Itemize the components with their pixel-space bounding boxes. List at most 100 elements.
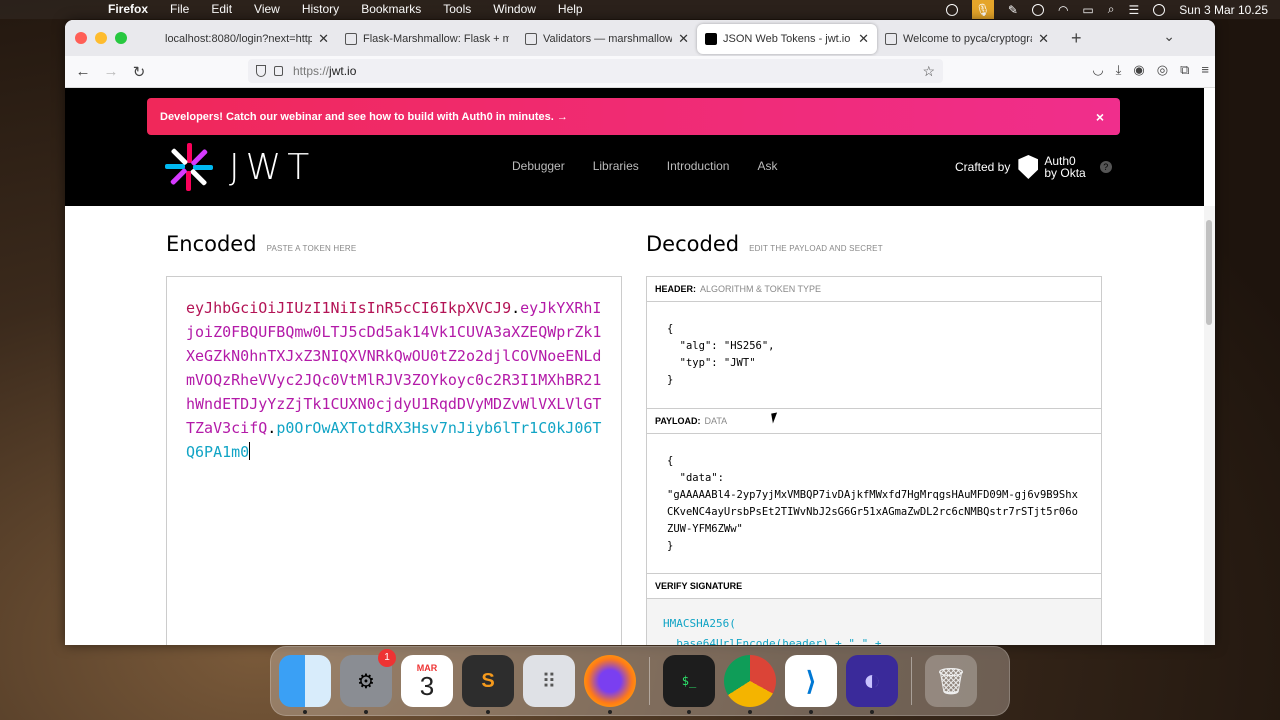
hamburger-menu-icon[interactable]: ≡ — [1201, 62, 1209, 78]
tab-close-icon[interactable]: ✕ — [318, 31, 329, 47]
header-json-editor[interactable]: { "alg": "HS256", "typ": "JWT" } — [647, 302, 1101, 408]
terminal-icon[interactable]: $_ — [663, 655, 715, 714]
siri-icon[interactable] — [1153, 3, 1166, 16]
minimize-window-button[interactable] — [95, 32, 107, 44]
microphone-icon[interactable]: 🎙 — [971, 0, 994, 19]
screen-recorder-icon[interactable]: ◐ — [846, 655, 898, 714]
encoded-token[interactable]: eyJhbGciOiJIUzI1NiIsInR5cCI6IkpXVCJ9.eyJ… — [186, 296, 602, 464]
menu-file[interactable]: File — [170, 0, 189, 19]
nav-introduction[interactable]: Introduction — [667, 159, 730, 173]
nav-debugger[interactable]: Debugger — [512, 159, 565, 173]
forward-icon[interactable]: → — [97, 63, 125, 80]
wifi-icon[interactable]: ◠ — [1058, 3, 1068, 17]
menu-window[interactable]: Window — [493, 0, 536, 19]
tab-cryptography[interactable]: Welcome to pyca/cryptography ✕ — [877, 24, 1057, 54]
user-icon[interactable] — [1031, 3, 1044, 16]
menu-view[interactable]: View — [254, 0, 280, 19]
shield-icon[interactable] — [256, 65, 266, 77]
back-icon[interactable]: ← — [69, 63, 97, 80]
tab-localhost[interactable]: localhost:8080/login?next=http://loc ✕ — [157, 24, 337, 54]
auth0-logo[interactable]: Auth0 by Okta — [1018, 155, 1086, 180]
jwt-logo[interactable]: JWT — [165, 143, 315, 191]
download-icon[interactable]: ⤓ — [1116, 62, 1122, 78]
dock-separator — [911, 657, 912, 705]
bookmark-star-icon[interactable]: ☆ — [922, 63, 935, 80]
menu-tools[interactable]: Tools — [443, 0, 471, 19]
close-window-button[interactable] — [75, 32, 87, 44]
tab-close-icon[interactable]: ✕ — [1038, 31, 1049, 47]
nav-ask[interactable]: Ask — [757, 159, 777, 173]
reload-icon[interactable]: ↻ — [125, 63, 153, 81]
tab-close-icon[interactable]: ✕ — [858, 31, 869, 47]
page-scrollbar[interactable] — [1204, 206, 1215, 645]
extension-icon[interactable]: ◎ — [1157, 62, 1168, 78]
decoded-title: Decoded — [646, 232, 740, 256]
site-header: Developers! Catch our webinar and see ho… — [65, 88, 1204, 206]
account-icon[interactable]: ◉ — [1133, 62, 1144, 78]
nav-libraries[interactable]: Libraries — [593, 159, 639, 173]
terminal-glyph: $_ — [681, 674, 697, 688]
system-settings-icon[interactable]: ⚙ 1 — [340, 649, 396, 714]
url-host: jwt.io — [329, 64, 357, 78]
puzzle-icon[interactable]: ⧉ — [1180, 62, 1189, 78]
menu-help[interactable]: Help — [558, 0, 583, 19]
jwt-star-icon — [165, 143, 213, 191]
dock-separator — [649, 657, 650, 705]
verify-signature-title: VERIFY SIGNATURE — [647, 574, 1101, 599]
webinar-banner[interactable]: Developers! Catch our webinar and see ho… — [147, 98, 1120, 135]
menu-history[interactable]: History — [302, 0, 339, 19]
banner-close-icon[interactable]: × — [1096, 109, 1104, 125]
crafted-by: Crafted by Auth0 by Okta ? — [955, 155, 1112, 179]
vscode-icon[interactable]: ⟩ — [785, 655, 837, 714]
tab-flask-marshmallow[interactable]: Flask-Marshmallow: Flask + mar — [337, 24, 517, 54]
decoded-subtitle: EDIT THE PAYLOAD AND SECRET — [749, 244, 883, 253]
control-center-icon[interactable]: ☰ — [1129, 3, 1140, 17]
firefox-window: localhost:8080/login?next=http://loc ✕ F… — [65, 20, 1215, 645]
trash-icon[interactable]: 🗑 — [925, 655, 977, 707]
chevron-down-icon[interactable]: ⌄ — [1163, 28, 1175, 45]
menubar-clock[interactable]: Sun 3 Mar 10.25 — [1179, 3, 1268, 17]
scrollbar-thumb[interactable] — [1206, 220, 1212, 325]
firefox-icon[interactable] — [584, 655, 636, 714]
verify-signature-code[interactable]: HMACSHA256( base64UrlEncode(header) + ".… — [647, 599, 1101, 645]
spotlight-search-icon[interactable]: ⌕ — [1108, 2, 1115, 17]
page-content: Developers! Catch our webinar and see ho… — [65, 88, 1215, 645]
launchpad-icon[interactable]: ⠿ — [523, 655, 575, 707]
record-icon[interactable] — [945, 3, 958, 16]
pocket-icon[interactable]: ◡ — [1092, 62, 1103, 78]
menu-bookmarks[interactable]: Bookmarks — [361, 0, 421, 19]
payload-json-editor[interactable]: { "data": "gAAAAABl4-2yp7yjMxVMBQP7ivDAj… — [647, 434, 1101, 573]
tab-bar: localhost:8080/login?next=http://loc ✕ F… — [65, 20, 1215, 56]
calendar-day: 3 — [419, 670, 435, 701]
tab-title: Welcome to pyca/cryptography — [903, 33, 1032, 45]
tab-validators[interactable]: Validators — marshmallow 3.21. ✕ — [517, 24, 697, 54]
tab-jwt[interactable]: JSON Web Tokens - jwt.io ✕ — [697, 24, 877, 54]
pen-icon[interactable]: ✎ — [1008, 3, 1018, 17]
battery-icon[interactable]: ▭ — [1082, 3, 1093, 17]
chrome-icon[interactable] — [724, 655, 776, 714]
menu-app-name[interactable]: Firefox — [108, 0, 148, 19]
url-protocol: https:// — [293, 64, 330, 78]
lock-icon[interactable] — [274, 66, 283, 76]
payload-label: PAYLOAD: — [655, 416, 701, 426]
banner-text[interactable]: Developers! Catch our webinar and see ho… — [160, 111, 568, 123]
url-text[interactable]: https://jwt.io — [293, 64, 356, 78]
help-icon[interactable]: ? — [1099, 161, 1112, 173]
calendar-icon[interactable]: MAR 3 — [401, 655, 453, 707]
tab-close-icon[interactable]: ✕ — [678, 31, 689, 47]
new-tab-icon[interactable]: + — [1071, 28, 1082, 49]
doc-favicon-icon — [525, 33, 537, 45]
finder-icon[interactable] — [279, 655, 331, 714]
payload-sublabel: DATA — [704, 416, 728, 426]
notification-badge: 1 — [378, 649, 396, 667]
menu-edit[interactable]: Edit — [211, 0, 232, 19]
encoded-token-editor[interactable]: eyJhbGciOiJIUzI1NiIsInR5cCI6IkpXVCJ9.eyJ… — [166, 276, 622, 645]
sublime-text-icon[interactable]: S — [462, 655, 514, 714]
doc-favicon-icon — [345, 33, 357, 45]
okta-brand: by Okta — [1044, 166, 1086, 180]
header-section: HEADER: ALGORITHM & TOKEN TYPE { "alg": … — [647, 277, 1101, 409]
token-header-part: eyJhbGciOiJIUzI1NiIsInR5cCI6IkpXVCJ9 — [186, 299, 512, 317]
text-caret — [249, 442, 251, 460]
url-bar[interactable]: https://jwt.io ☆ — [248, 59, 943, 83]
zoom-window-button[interactable] — [115, 32, 127, 44]
